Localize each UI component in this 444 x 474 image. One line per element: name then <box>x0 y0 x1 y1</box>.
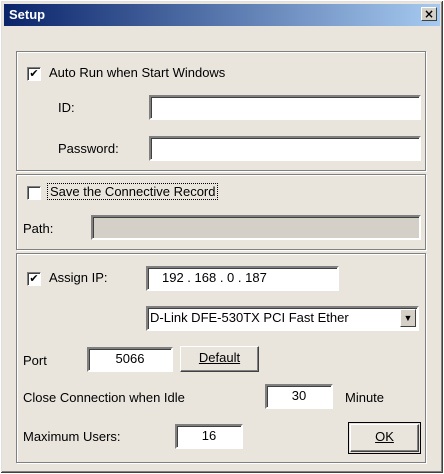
max-users-field[interactable]: 16 <box>175 424 243 449</box>
path-field[interactable] <box>91 215 421 240</box>
adapter-selected-value: D-Link DFE-530TX PCI Fast Ether <box>150 310 349 325</box>
ok-button[interactable]: OK <box>350 424 419 452</box>
autorun-label: Auto Run when Start Windows <box>49 65 226 80</box>
autorun-checkbox[interactable]: ✔ <box>27 67 41 81</box>
idle-minutes-field[interactable]: 30 <box>265 384 333 409</box>
adapter-dropdown[interactable]: D-Link DFE-530TX PCI Fast Ether ▼ <box>146 306 419 331</box>
id-label: ID: <box>58 100 75 115</box>
idle-unit-label: Minute <box>345 390 385 405</box>
default-button-label: Default <box>198 350 241 365</box>
record-label: Save the Connective Record <box>47 183 219 200</box>
id-field[interactable] <box>149 95 421 120</box>
assign-ip-checkbox[interactable]: ✔ <box>27 272 41 286</box>
record-checkbox[interactable] <box>27 186 41 200</box>
ip-address-field[interactable]: 192 . 168 . 0 . 187 <box>146 266 339 291</box>
window-title: Setup <box>9 7 46 22</box>
password-label: Password: <box>58 141 119 156</box>
port-field[interactable]: 5066 <box>87 347 173 372</box>
title-bar[interactable]: Setup × <box>4 4 440 26</box>
password-field[interactable] <box>149 136 421 161</box>
max-users-label: Maximum Users: <box>23 429 121 444</box>
path-label: Path: <box>23 221 54 236</box>
idle-label: Close Connection when Idle <box>23 390 185 405</box>
port-label: Port <box>23 353 47 368</box>
assign-ip-label: Assign IP: <box>49 270 108 285</box>
ok-button-label: OK <box>375 429 394 444</box>
close-button[interactable]: × <box>421 7 437 21</box>
setup-dialog: Setup × ✔ Auto Run when Start Windows ID… <box>0 0 444 474</box>
default-button[interactable]: Default <box>180 346 259 372</box>
chevron-down-icon[interactable]: ▼ <box>400 309 416 327</box>
